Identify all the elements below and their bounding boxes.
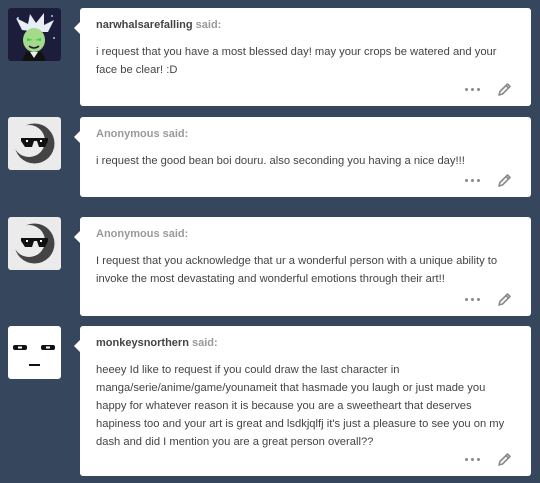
pencil-edit-icon[interactable] [496,172,513,189]
asker-name[interactable]: monkeysnorthern [96,337,189,349]
post-actions [465,451,513,468]
said-label: said: [162,128,189,140]
avatar[interactable] [8,326,61,379]
avatar[interactable] [8,8,61,61]
ask-text: heeey Id like to request if you could dr… [96,364,505,448]
ask-text: I request that you acknowledge that ur a… [96,255,498,285]
avatar[interactable] [8,117,61,170]
asker-name[interactable]: narwhalsarefalling [96,19,193,31]
post-actions [465,291,513,308]
said-label: said: [195,19,222,31]
ask-text: i request that you have a most blessed d… [96,46,497,76]
cartoon-character-avatar [8,8,61,61]
anonymous-sunglasses-avatar [8,217,61,270]
post-actions [465,172,513,189]
pencil-edit-icon[interactable] [496,451,513,468]
ask-text: i request the good bean boi douru. also … [96,155,465,167]
asker-line: narwhalsarefalling said: [96,18,515,32]
asker-line: Anonymous said: [96,227,515,241]
ask-card: Anonymous said: i request the good bean … [80,117,531,197]
anonymous-sunglasses-avatar [8,117,61,170]
asker-name: Anonymous [96,128,160,140]
more-dots-icon[interactable] [465,88,480,91]
avatar[interactable] [8,217,61,270]
ask-card: Anonymous said: I request that you ackno… [80,217,531,316]
asker-name: Anonymous [96,228,160,240]
asker-line: monkeysnorthern said: [96,336,515,350]
ask-card: monkeysnorthern said: heeey Id like to r… [80,326,531,476]
pencil-edit-icon[interactable] [496,81,513,98]
said-label: said: [162,228,189,240]
more-dots-icon[interactable] [465,458,480,461]
more-dots-icon[interactable] [465,298,480,301]
pencil-edit-icon[interactable] [496,291,513,308]
ask-card: narwhalsarefalling said: i request that … [80,8,531,106]
blank-face-avatar [8,326,61,379]
asker-line: Anonymous said: [96,127,515,141]
more-dots-icon[interactable] [465,179,480,182]
said-label: said: [191,337,218,349]
post-actions [465,81,513,98]
